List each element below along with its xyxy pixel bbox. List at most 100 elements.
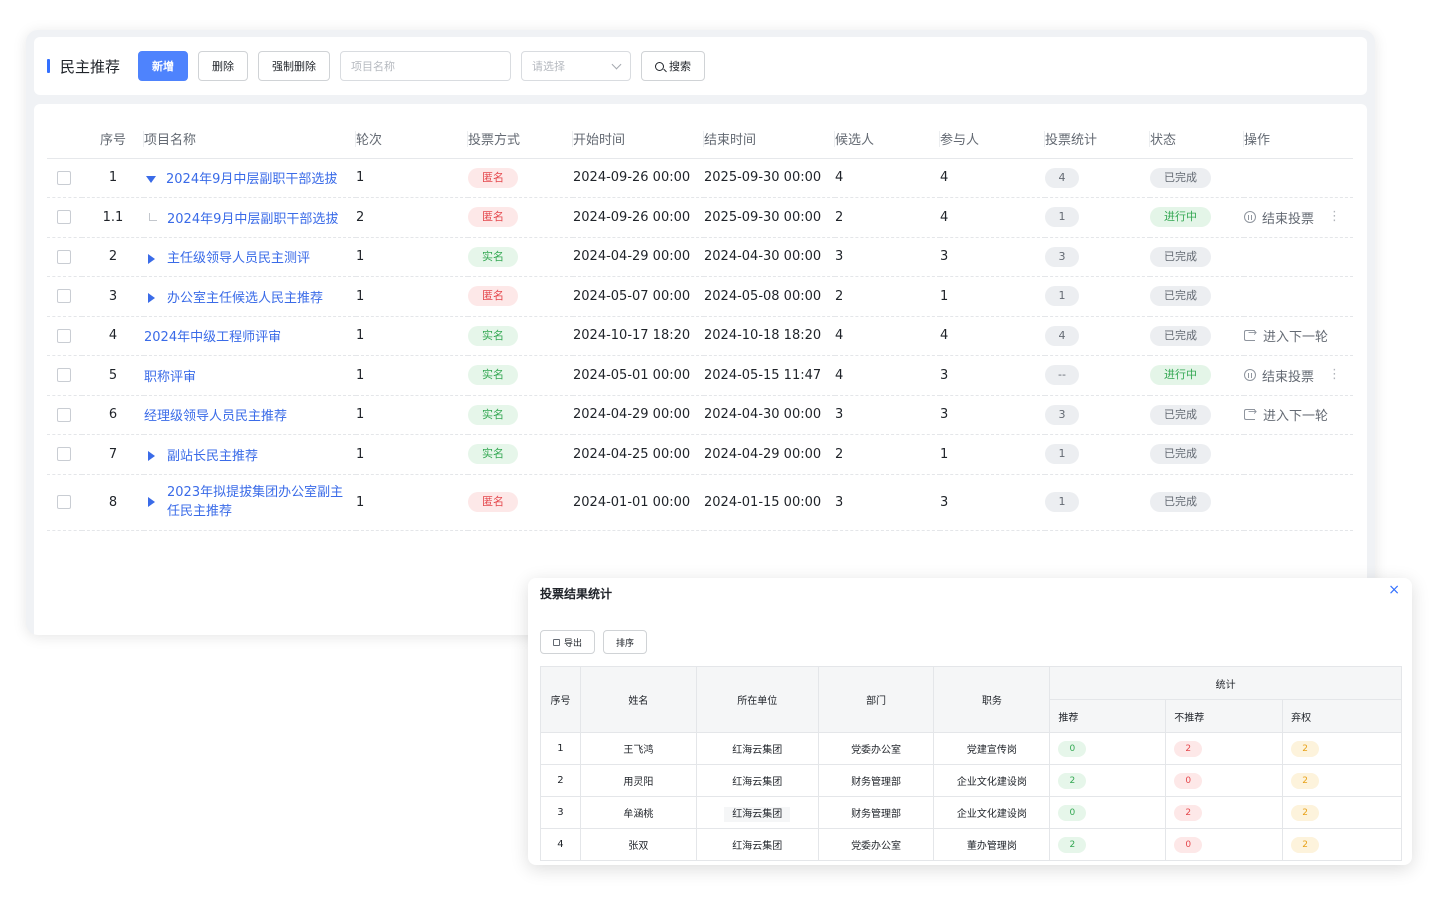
stats-header-no: 序号 (540, 666, 581, 733)
project-name-link[interactable]: 2024年9月中层副职干部选拔 (167, 212, 338, 227)
end-vote-button[interactable]: 结束投票 (1244, 366, 1314, 385)
stats-header-row: 序号 姓名 所在单位 部门 职务 统计 (540, 666, 1402, 733)
row-start: 2024-09-26 00:00 (573, 197, 704, 238)
table-row: 6 经理级领导人员民主推荐 1 实名 2024-04-29 00:00 2024… (47, 395, 1353, 435)
method-tag: 匿名 (468, 167, 518, 188)
row-checkbox[interactable] (57, 289, 71, 304)
end-vote-button[interactable]: 结束投票 (1244, 208, 1314, 227)
vote-count-pill[interactable]: 1 (1045, 444, 1079, 465)
delete-button[interactable]: 删除 (198, 51, 249, 81)
row-no: 1 (82, 158, 144, 198)
more-icon[interactable]: ⋮ (1328, 209, 1341, 224)
stats-name: 张双 (579, 828, 697, 861)
row-actions (1244, 237, 1353, 277)
project-name-link[interactable]: 副站长民主推荐 (167, 449, 258, 464)
row-candidates: 4 (835, 158, 940, 198)
vote-count-pill[interactable]: 1 (1045, 207, 1079, 228)
row-checkbox[interactable] (57, 407, 71, 422)
row-round: 1 (356, 276, 468, 317)
collapse-triangle-icon[interactable] (146, 176, 156, 184)
abstain-count: 2 (1291, 836, 1320, 853)
vote-count-pill[interactable]: 4 (1045, 325, 1079, 346)
row-participants: 1 (940, 434, 1045, 475)
project-name-link[interactable]: 主任级领导人员民主测评 (167, 251, 310, 266)
row-checkbox[interactable] (57, 249, 71, 264)
table-row: 5 职称评审 1 实名 2024-05-01 00:00 2024-05-15 … (47, 355, 1353, 396)
more-icon[interactable]: ⋮ (1328, 367, 1341, 382)
row-checkbox[interactable] (57, 210, 71, 225)
project-table-card: 序号 项目名称 轮次 投票方式 开始时间 结束时间 候选人 参与人 投票统计 状… (34, 104, 1367, 635)
vote-count-pill[interactable]: -- (1045, 365, 1079, 386)
title-accent-bar (47, 59, 50, 73)
row-start: 2024-10-17 18:20 (573, 316, 704, 356)
vote-count-pill[interactable]: 1 (1045, 286, 1079, 307)
search-icon (655, 61, 665, 71)
header-no: 序号 (82, 119, 144, 159)
stats-dept: 党委办公室 (817, 732, 935, 765)
table-row: 1.1 2024年9月中层副职干部选拔 2 匿名 2024-09-26 00:0… (47, 197, 1353, 238)
row-candidates: 4 (835, 316, 940, 356)
stats-name: 王飞鸿 (579, 732, 697, 765)
project-name-link[interactable]: 职称评审 (144, 370, 196, 385)
expand-triangle-icon[interactable] (148, 293, 155, 304)
project-name-line-2: 任民主推荐 (167, 504, 233, 519)
row-checkbox[interactable] (57, 447, 71, 462)
project-name-link[interactable]: 经理级领导人员民主推荐 (144, 409, 287, 424)
expand-triangle-icon[interactable] (148, 497, 155, 507)
not-recommend-count: 2 (1174, 740, 1203, 757)
stats-row: 3 牟涵桃 红海云集团 财务管理部 企业文化建设岗 0 2 2 (540, 796, 1402, 829)
project-name-link[interactable]: 2023年拟提拔集团办公室副主 任民主推荐 (167, 483, 343, 521)
expand-triangle-icon[interactable] (148, 253, 155, 264)
stats-unit: 红海云集团 (695, 732, 819, 765)
project-name-input[interactable]: 项目名称 (340, 51, 512, 81)
row-no: 7 (82, 434, 144, 475)
next-round-button[interactable]: 进入下一轮 (1244, 405, 1328, 424)
row-checkbox[interactable] (57, 368, 71, 383)
row-checkbox[interactable] (57, 328, 71, 343)
row-round: 1 (356, 355, 468, 396)
pause-icon (1244, 369, 1256, 382)
export-label: 导出 (564, 638, 583, 649)
end-vote-label: 结束投票 (1262, 211, 1315, 227)
sort-button[interactable]: 排序 (603, 630, 648, 654)
project-name-link[interactable]: 2024年中级工程师评审 (144, 330, 281, 345)
vote-count-pill[interactable]: 3 (1045, 246, 1079, 267)
row-no: 1.1 (82, 197, 144, 238)
project-table: 序号 项目名称 轮次 投票方式 开始时间 结束时间 候选人 参与人 投票统计 状… (47, 119, 1353, 531)
project-name-link[interactable]: 2024年9月中层副职干部选拔 (166, 172, 337, 187)
table-row: 8 2023年拟提拔集团办公室副主 任民主推荐 1 匿名 2024-01-01 0… (47, 474, 1353, 531)
row-checkbox[interactable] (57, 170, 71, 185)
project-name-line-1: 2023年拟提拔集团办公室副主 (167, 485, 344, 500)
filter-select[interactable]: 请选择 (521, 51, 632, 81)
row-candidates: 3 (835, 474, 940, 531)
search-button[interactable]: 搜索 (641, 51, 706, 81)
export-button[interactable]: 导出 (540, 630, 596, 654)
vote-count-pill[interactable]: 1 (1045, 492, 1079, 512)
project-name-link[interactable]: 办公室主任候选人民主推荐 (167, 291, 323, 306)
vote-count-pill[interactable]: 4 (1045, 167, 1079, 188)
method-tag: 匿名 (468, 207, 518, 228)
stats-row: 2 用灵阳 红海云集团 财务管理部 企业文化建设岗 2 0 2 (540, 764, 1402, 797)
vote-count-pill[interactable]: 3 (1045, 404, 1079, 425)
not-recommend-count: 2 (1174, 804, 1203, 821)
header-method: 投票方式 (468, 119, 573, 159)
not-recommend-count: 0 (1174, 772, 1203, 789)
header-end: 结束时间 (704, 119, 835, 159)
close-icon[interactable]: × (1388, 582, 1400, 598)
row-end: 2024-10-18 18:20 (704, 316, 835, 356)
add-button[interactable]: 新增 (138, 51, 189, 81)
exit-arrow-icon (1244, 326, 1257, 342)
header-checkbox-cell (47, 119, 82, 159)
row-checkbox[interactable] (57, 495, 71, 509)
exit-arrow-icon (1244, 405, 1257, 421)
page-title: 民主推荐 (47, 56, 120, 77)
row-round: 1 (356, 316, 468, 356)
tree-branch-icon (149, 213, 157, 222)
next-round-button[interactable]: 进入下一轮 (1244, 326, 1328, 345)
force-delete-button[interactable]: 强制删除 (258, 51, 331, 81)
not-recommend-count: 0 (1174, 836, 1203, 853)
row-start: 2024-04-29 00:00 (573, 237, 704, 277)
header-actions: 操作 (1244, 119, 1353, 159)
expand-triangle-icon[interactable] (148, 451, 155, 462)
table-header-row: 序号 项目名称 轮次 投票方式 开始时间 结束时间 候选人 参与人 投票统计 状… (47, 119, 1353, 159)
